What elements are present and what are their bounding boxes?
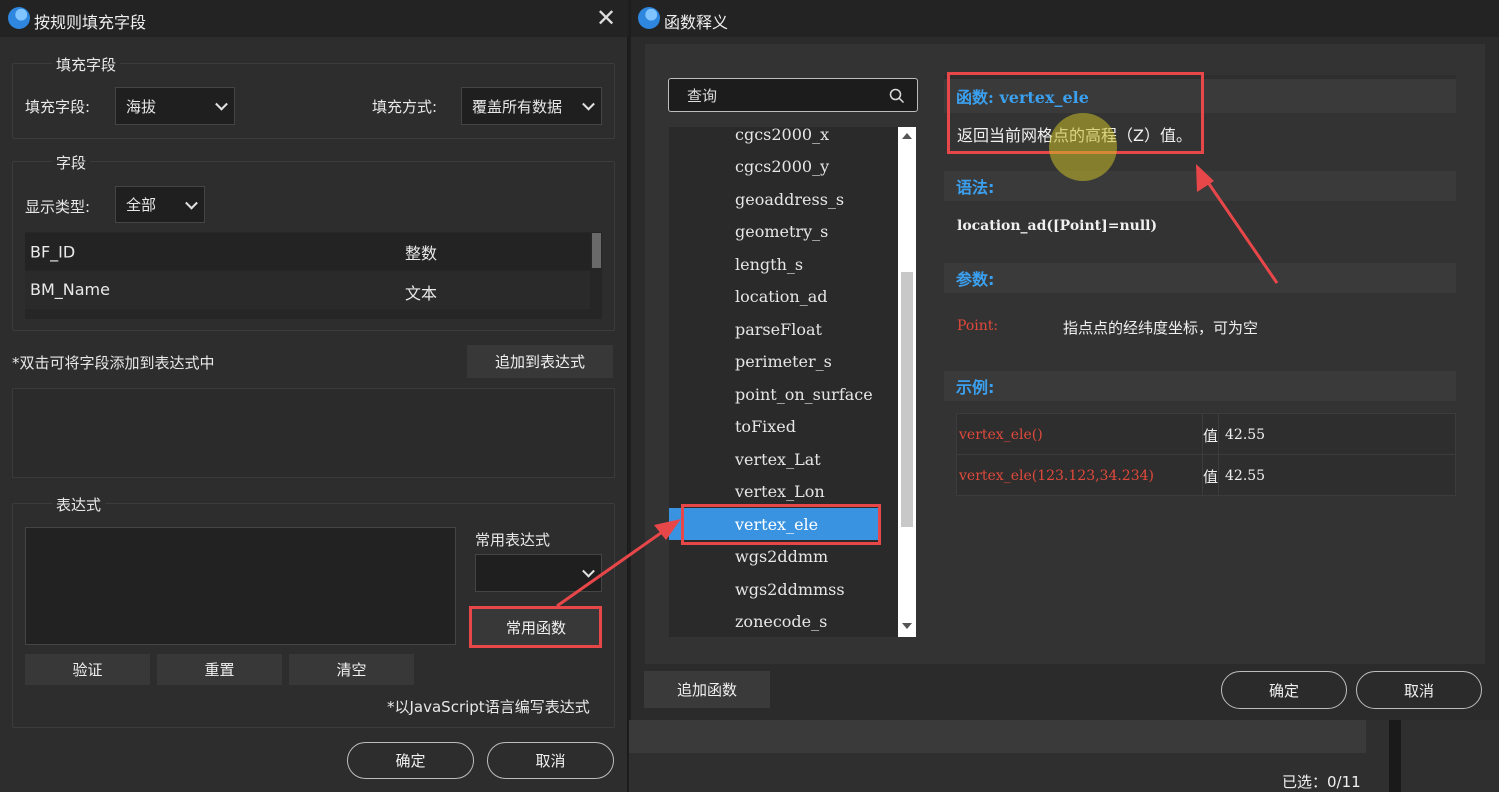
fill-mode-value: 覆盖所有数据 <box>472 97 563 116</box>
chevron-down-icon <box>185 196 198 210</box>
highlight-box-selected-function <box>681 504 881 545</box>
app-logo-icon <box>638 7 660 29</box>
function-list-item[interactable]: geometry_s <box>669 216 881 248</box>
search-icon[interactable] <box>889 88 905 104</box>
table-row[interactable]: BF_ID 整数 <box>25 233 590 270</box>
chevron-down-icon <box>215 97 228 111</box>
common-expr-label: 常用表达式 <box>475 531 551 549</box>
clear-button[interactable]: 清空 <box>289 654 414 685</box>
display-type-value: 全部 <box>126 196 157 214</box>
common-expr-select[interactable] <box>475 554 602 592</box>
function-search-input[interactable]: 查询 <box>668 78 918 112</box>
function-list-item[interactable]: length_s <box>669 248 881 280</box>
search-placeholder: 查询 <box>687 86 718 105</box>
chevron-down-icon <box>582 97 595 111</box>
function-list-item[interactable]: geoaddress_s <box>669 183 881 215</box>
field-type: 整数 <box>405 243 438 263</box>
left-dialog-title: 按规则填充字段 <box>34 13 147 32</box>
selected-count: 已选：0/11 <box>1282 773 1361 791</box>
table-row: vertex_ele(123.123,34.234) 值 42.55 <box>956 454 1456 496</box>
close-icon[interactable]: ✕ <box>596 6 616 30</box>
function-list-item[interactable]: wgs2ddmm <box>669 541 881 573</box>
function-list-scrollbar[interactable] <box>898 127 916 637</box>
fill-field-dialog: 按规则填充字段 ✕ 填充字段 填充字段: 海拔 填充方式: 覆盖所有数据 字段 … <box>0 0 628 792</box>
javascript-note: *以JavaScript语言编写表达式 <box>387 698 590 716</box>
column-divider <box>1218 414 1219 454</box>
function-list-item[interactable]: perimeter_s <box>669 346 881 378</box>
function-list-item[interactable]: toFixed <box>669 411 881 443</box>
column-divider <box>1218 455 1219 495</box>
left-ok-button[interactable]: 确定 <box>347 742 474 779</box>
background-bar <box>629 720 1366 753</box>
fields-group-title: 字段 <box>52 152 91 173</box>
param-name: Point: <box>957 318 999 334</box>
params-heading: 参数: <box>944 263 1456 293</box>
right-titlebar: 函数释义 <box>631 0 1499 37</box>
function-list-item[interactable]: cgcs2000_x <box>669 127 881 150</box>
background-window: 已选：0/11 <box>629 720 1499 792</box>
example-value-label: 值 <box>1203 468 1219 486</box>
function-list-item[interactable]: zonecode_s <box>669 606 881 638</box>
fill-field-value: 海拔 <box>126 97 157 116</box>
example-value-label: 值 <box>1203 427 1219 445</box>
function-list-item[interactable]: wgs2ddmmss <box>669 573 881 605</box>
example-expression: vertex_ele(123.123,34.234) <box>959 468 1154 484</box>
function-list-item[interactable]: cgcs2000_y <box>669 151 881 183</box>
fill-field-select[interactable]: 海拔 <box>115 87 235 125</box>
examples-section: vertex_ele() 值 42.55 vertex_ele(123.123,… <box>944 401 1456 637</box>
app-logo-icon <box>8 7 30 29</box>
scroll-down-icon[interactable] <box>902 623 912 629</box>
function-list-item[interactable]: location_ad <box>669 281 881 313</box>
field-values-panel <box>12 388 615 478</box>
chevron-down-icon <box>582 564 595 578</box>
display-type-label: 显示类型: <box>25 198 91 216</box>
example-value: 42.55 <box>1225 427 1266 443</box>
function-list-item[interactable]: vertex_Lat <box>669 443 881 475</box>
scroll-up-icon[interactable] <box>902 133 912 139</box>
example-value: 42.55 <box>1225 468 1266 484</box>
expression-group-title: 表达式 <box>52 494 106 515</box>
right-cancel-button[interactable]: 取消 <box>1356 671 1482 709</box>
table-row[interactable]: BM_Name 文本 <box>25 271 590 309</box>
fill-group-title: 填充字段 <box>52 54 121 75</box>
display-type-select[interactable]: 全部 <box>115 186 205 223</box>
highlight-box-common-function <box>469 606 602 648</box>
syntax-heading: 语法: <box>944 171 1456 201</box>
right-ok-button[interactable]: 确定 <box>1221 671 1347 709</box>
fields-table: BF_ID 整数 BM_Name 文本 <box>25 232 602 319</box>
left-titlebar: 按规则填充字段 ✕ <box>0 0 628 37</box>
field-name: BF_ID <box>30 242 76 261</box>
params-section: Point: 指点点的经纬度坐标，可为空 <box>944 293 1456 371</box>
examples-heading: 示例: <box>944 371 1456 401</box>
function-list-item[interactable]: point_on_surface <box>669 378 881 410</box>
fill-mode-select[interactable]: 覆盖所有数据 <box>461 87 602 125</box>
function-list-item[interactable]: parseFloat <box>669 313 881 345</box>
add-to-expression-button[interactable]: 追加到表达式 <box>467 345 613 378</box>
double-click-hint: *双击可将字段添加到表达式中 <box>12 354 215 372</box>
validate-button[interactable]: 验证 <box>25 654 150 685</box>
table-row: vertex_ele() 值 42.55 <box>956 413 1456 455</box>
right-dialog-title: 函数释义 <box>664 13 729 32</box>
param-description: 指点点的经纬度坐标，可为空 <box>1063 319 1259 337</box>
reset-button[interactable]: 重置 <box>157 654 282 685</box>
fields-scrollbar[interactable] <box>592 233 601 268</box>
fill-mode-label: 填充方式: <box>372 98 438 116</box>
field-name: BM_Name <box>30 280 110 299</box>
function-list-item[interactable]: vertex_Lon <box>669 476 881 508</box>
syntax-section: location_ad([Point]=null) <box>944 201 1456 263</box>
function-detail-pane: 函数: vertex_ele 返回当前网格点的高程（Z）值。 语法: locat… <box>944 75 1456 637</box>
left-cancel-button[interactable]: 取消 <box>487 742 614 779</box>
background-divider <box>1389 720 1401 792</box>
field-type: 文本 <box>405 284 438 303</box>
expression-textarea[interactable] <box>25 527 456 645</box>
example-expression: vertex_ele() <box>959 427 1043 443</box>
add-function-button[interactable]: 追加函数 <box>644 671 770 708</box>
background-edge <box>628 190 632 490</box>
fill-field-label: 填充字段: <box>25 98 91 116</box>
function-list: cgcs2000_x cgcs2000_y geoaddress_s geometry… <box>669 127 916 637</box>
syntax-text: location_ad([Point]=null) <box>957 218 1158 234</box>
function-definition-dialog: 函数释义 查询 cgcs2000_x cgcs2000_y geoaddress_s… <box>631 0 1499 720</box>
cursor-highlight <box>1049 113 1117 181</box>
scroll-thumb[interactable] <box>901 272 913 527</box>
